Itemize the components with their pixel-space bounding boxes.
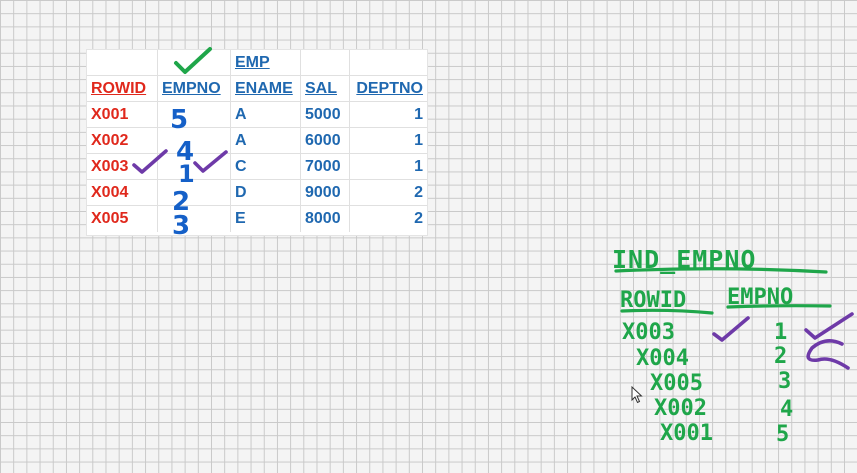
- index-rowid: X003: [622, 320, 675, 345]
- cell-sal: 8000: [301, 206, 350, 232]
- cell-ename: A: [231, 128, 301, 154]
- check-mark-icon: [712, 316, 750, 342]
- index-rowid: X002: [654, 396, 707, 421]
- cell-deptno: 1: [350, 154, 427, 180]
- cell-ename: C: [231, 154, 301, 180]
- cell-sal: 6000: [301, 128, 350, 154]
- index-empno: 1: [774, 320, 787, 345]
- check-mark-icon: [804, 312, 854, 340]
- cell-sal: 5000: [301, 102, 350, 128]
- header-empno: EMPNO: [158, 76, 231, 102]
- cell-empno: [158, 206, 231, 232]
- index-rowid: X001: [660, 421, 713, 446]
- mouse-pointer-icon: [631, 386, 643, 404]
- cell-empno: [158, 154, 231, 180]
- underline: [614, 267, 828, 274]
- index-header-rowid: ROWID: [620, 288, 686, 313]
- underline: [726, 304, 832, 309]
- cell-ename: D: [231, 180, 301, 206]
- header-deptno: DEPTNO: [350, 76, 427, 102]
- cell-rowid: X005: [87, 206, 158, 232]
- cell-empno: [158, 180, 231, 206]
- index-empno: 4: [780, 397, 793, 422]
- alpha-mark: [806, 339, 850, 370]
- cell-rowid: X002: [87, 128, 158, 154]
- cell-sal: 9000: [301, 180, 350, 206]
- cell-empno: [158, 102, 231, 128]
- cell-empty: [87, 50, 158, 76]
- index-empno: 2: [774, 344, 787, 369]
- header-sal: SAL: [301, 76, 350, 102]
- index-rowid: X005: [650, 371, 703, 396]
- cell-deptno: 2: [414, 210, 423, 227]
- underline: [620, 308, 714, 315]
- cell-empty: [350, 50, 427, 76]
- index-title: IND_EMPNO: [612, 245, 756, 274]
- cell-empty: [158, 50, 231, 76]
- cell-sal: 7000: [301, 154, 350, 180]
- table-name: EMP: [231, 50, 301, 76]
- emp-table: EMP ROWID EMPNO ENAME SAL DEPTNO X001 A …: [86, 49, 428, 236]
- index-header-empno: EMPNO: [727, 285, 793, 310]
- cell-deptno: 1: [350, 102, 427, 128]
- header-ename: ENAME: [231, 76, 301, 102]
- cell-rowid: X003: [87, 154, 158, 180]
- cell-ename: A: [231, 102, 301, 128]
- cell-deptno: 1: [350, 128, 427, 154]
- cell-ename: E: [231, 206, 301, 232]
- header-rowid: ROWID: [87, 76, 158, 102]
- cell-empty: [301, 50, 350, 76]
- cell-empno: [158, 128, 231, 154]
- cell-rowid: X004: [87, 180, 158, 206]
- index-empno: 5: [776, 422, 789, 447]
- index-empno: 3: [778, 369, 791, 394]
- index-rowid: X004: [636, 346, 689, 371]
- cell-rowid: X001: [87, 102, 158, 128]
- cell-deptno: 2: [350, 180, 427, 206]
